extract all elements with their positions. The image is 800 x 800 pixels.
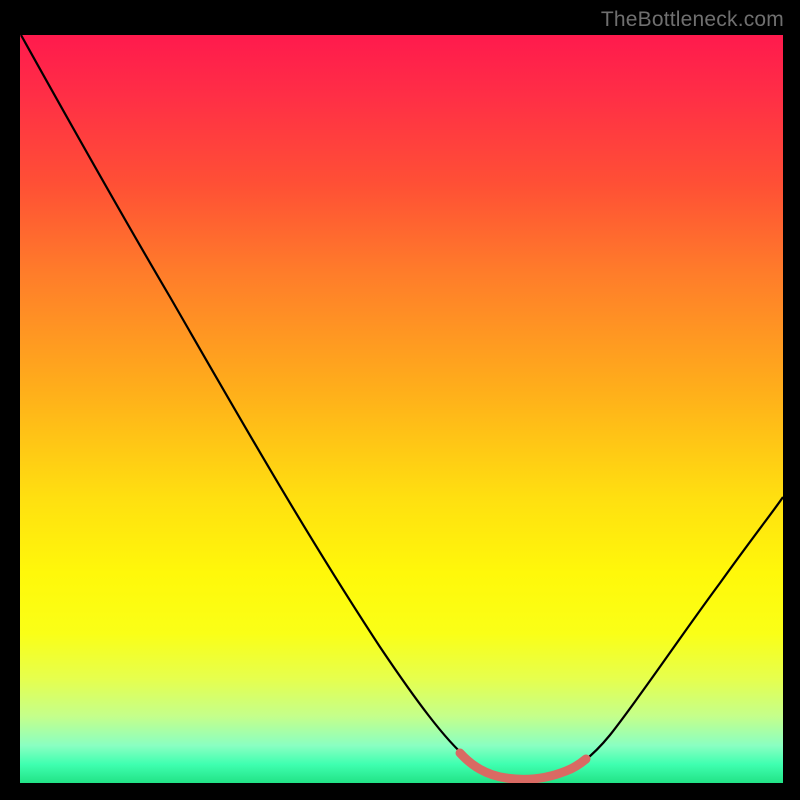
- chart-frame: TheBottleneck.com: [0, 0, 800, 800]
- curve-layer: [20, 35, 783, 783]
- plot-area: [20, 35, 783, 783]
- highlight-segment: [460, 753, 586, 779]
- watermark-text: TheBottleneck.com: [601, 8, 784, 32]
- bottleneck-curve: [21, 35, 783, 780]
